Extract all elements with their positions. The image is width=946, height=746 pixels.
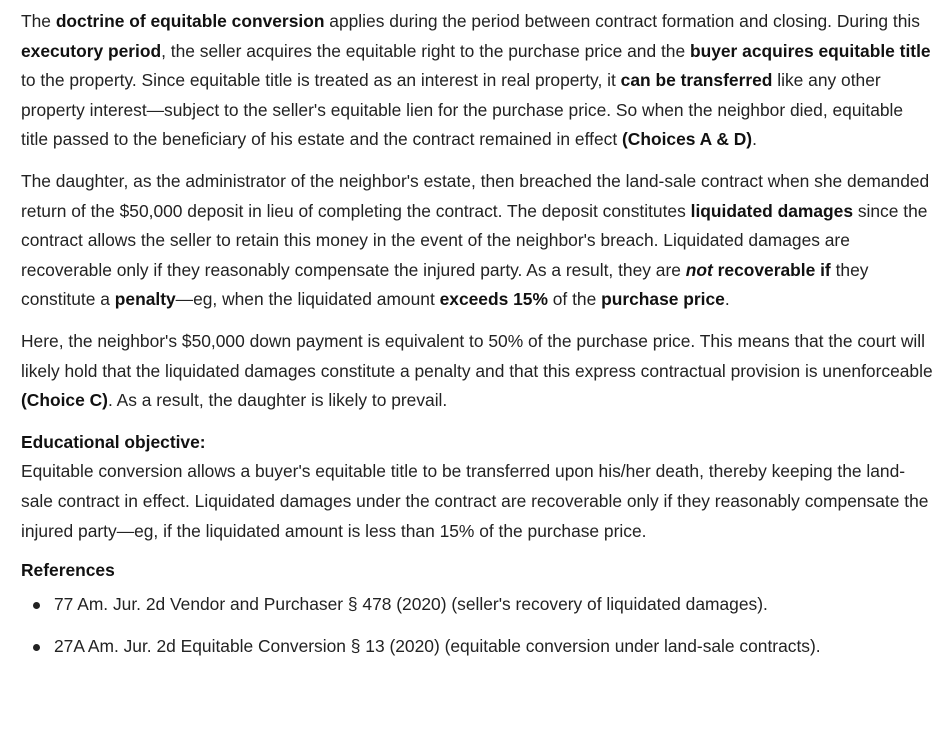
text: , the seller acquires the equitable righ… <box>161 40 690 61</box>
bullet-icon <box>33 601 40 609</box>
text: Here, the neighbor's $50,000 down paymen… <box>21 330 933 381</box>
text: applies during the period between contra… <box>324 11 920 31</box>
reference-text: 77 Am. Jur. 2d Vendor and Purchaser § 47… <box>54 593 768 614</box>
bold-text: buyer acquires equitable title <box>689 40 931 61</box>
explanation-content: The doctrine of equitable conversion app… <box>0 0 933 662</box>
text: . As a result, the daughter is likely to… <box>107 390 448 411</box>
bold-text: liquidated damages <box>690 200 853 221</box>
bold-text: doctrine of equitable conversion <box>55 11 325 31</box>
choice-reference: (Choice C) <box>21 390 108 411</box>
bold-text: exceeds 15% <box>439 289 548 310</box>
bold-text: penalty <box>114 289 176 310</box>
text: of the <box>547 289 602 310</box>
reference-text: 27A Am. Jur. 2d Equitable Conversion § 1… <box>54 636 821 657</box>
bold-text: can be transferred <box>620 70 773 91</box>
text: . <box>724 289 730 310</box>
bold-text: purchase price <box>601 289 725 310</box>
text: to the property. Since equitable title i… <box>21 70 621 91</box>
educational-objective-text: Equitable conversion allows a buyer's eq… <box>21 461 929 541</box>
bold-text: recoverable if <box>712 259 831 280</box>
choice-reference: (Choices A & D) <box>621 129 753 150</box>
text: The <box>21 11 56 31</box>
text: . <box>752 129 757 150</box>
reference-item: 77 Am. Jur. 2d Vendor and Purchaser § 47… <box>33 590 933 620</box>
bullet-icon <box>33 644 40 652</box>
references-section: References 77 Am. Jur. 2d Vendor and Pur… <box>21 556 933 662</box>
bold-italic-text: not <box>685 259 713 280</box>
educational-objective-heading: Educational objective: <box>21 431 206 452</box>
bold-text: executory period <box>21 40 162 61</box>
paragraph-liquidated-damages: The daughter, as the administrator of th… <box>21 167 933 315</box>
bold-text: not recoverable if <box>686 260 831 280</box>
paragraph-conclusion: Here, the neighbor's $50,000 down paymen… <box>21 327 933 416</box>
references-heading: References <box>21 560 115 581</box>
educational-objective: Educational objective: Equitable convers… <box>21 428 933 546</box>
references-list: 77 Am. Jur. 2d Vendor and Purchaser § 47… <box>21 590 933 662</box>
reference-item: 27A Am. Jur. 2d Equitable Conversion § 1… <box>33 632 933 662</box>
paragraph-equitable-conversion: The doctrine of equitable conversion app… <box>21 7 933 155</box>
text: —eg, when the liquidated amount <box>175 289 440 310</box>
